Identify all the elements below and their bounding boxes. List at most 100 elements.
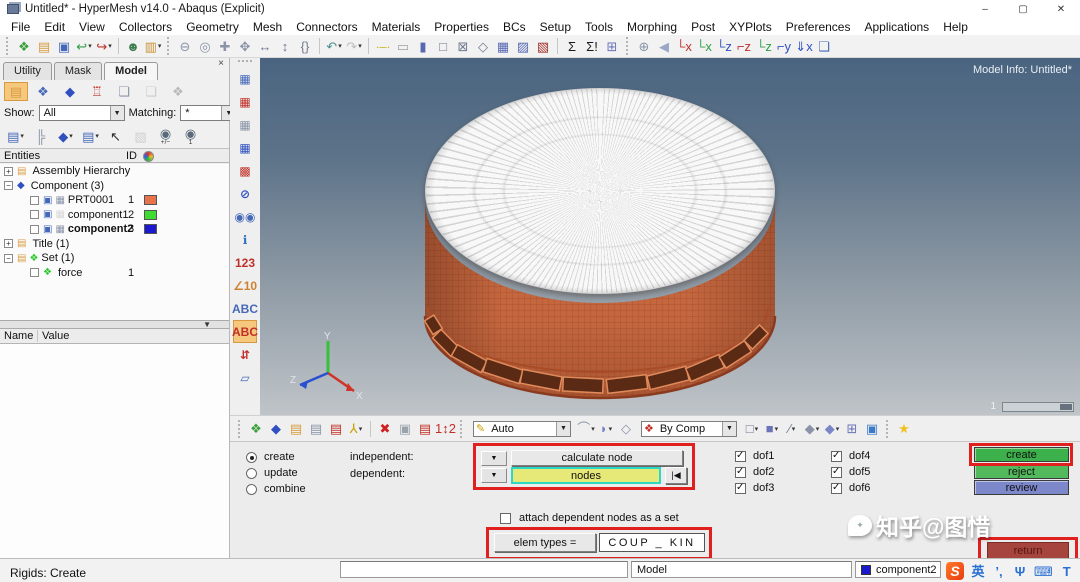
mass-icon[interactable]: ▮ — [413, 36, 433, 56]
tree-expander[interactable] — [30, 268, 39, 277]
distance-icon[interactable]: ∙–∙ — [373, 36, 393, 56]
renumber-icon[interactable]: 1↕2 — [435, 419, 456, 439]
nodes-collector[interactable]: nodes — [511, 467, 661, 484]
unmask-adjacent-icon[interactable]: ▦ — [233, 113, 257, 136]
element-normals-icon[interactable]: ▧ — [533, 36, 553, 56]
geometry-wire-icon[interactable]: ◇ — [616, 419, 636, 439]
checkbox-dof5[interactable]: dof5 — [831, 464, 927, 480]
geometry-shaded-icon[interactable]: ◗▾ — [596, 419, 616, 439]
organize-icon[interactable]: ▤ — [306, 419, 326, 439]
collector-edit-icon[interactable]: ◆ — [266, 419, 286, 439]
sum-loads-icon[interactable]: Σ! — [582, 36, 602, 56]
tab-model[interactable]: Model — [104, 62, 158, 80]
calculate-node-button[interactable]: calculate node — [511, 450, 683, 466]
slider-handle[interactable] — [1060, 404, 1072, 410]
eye-one-icon[interactable]: ◉ 1 — [179, 126, 202, 146]
color-mode-combo[interactable]: ❖ By Comp ▼ — [641, 421, 737, 437]
arrows-vertical-icon[interactable]: ↕ — [275, 36, 295, 56]
arrows-horizontal-icon[interactable]: ↔ — [255, 36, 275, 56]
checkbox-icon[interactable] — [500, 513, 511, 524]
element-quality-icon[interactable]: ▦ — [493, 36, 513, 56]
elem-type-value[interactable]: COUP _ KIN — [599, 533, 705, 552]
tree-item[interactable]: − ▤ ❖ Set (1) — [0, 251, 229, 266]
zoom-lens-icon[interactable]: ⊕ — [634, 36, 654, 56]
dependent-switch-button[interactable]: ▼ — [481, 468, 507, 483]
minimize-button[interactable]: – — [966, 0, 1004, 18]
project-icon[interactable]: ⇓x — [794, 36, 814, 56]
menu-item[interactable]: Tools — [578, 20, 620, 34]
menu-item[interactable]: Collectors — [112, 20, 179, 34]
import-icon[interactable]: ↩▾ — [74, 36, 94, 56]
csys-yx-icon[interactable]: └x — [694, 36, 714, 56]
feature-lines-icon[interactable]: ∕▾ — [782, 419, 802, 439]
ime-skin-icon[interactable]: T — [1060, 561, 1074, 581]
undo-icon[interactable]: ↶▾ — [324, 36, 344, 56]
menu-item[interactable]: BCs — [496, 20, 533, 34]
menu-item[interactable]: File — [4, 20, 37, 34]
checkbox-icon[interactable] — [735, 467, 746, 478]
tree-item[interactable]: − ◆ Component (3) — [0, 179, 229, 194]
arrow-tags-icon[interactable]: ⇵ — [233, 343, 257, 366]
include-view-icon[interactable]: ♖ — [85, 82, 109, 101]
splitter-arrow-icon[interactable]: ▼ — [203, 320, 211, 329]
calculator-icon[interactable]: ⊞ — [602, 36, 622, 56]
chevron-down-icon[interactable]: ▼ — [110, 106, 124, 120]
tab-utility[interactable]: Utility — [3, 62, 52, 80]
menu-item[interactable]: Applications — [857, 20, 936, 34]
geometry-shade-cube-icon[interactable]: ◇ — [473, 36, 493, 56]
pan-icon[interactable]: ✥ — [235, 36, 255, 56]
elem-types-button[interactable]: elem types = — [494, 533, 596, 552]
sum-icon[interactable]: Σ — [562, 36, 582, 56]
panel-splitter[interactable]: ▼ — [0, 320, 229, 329]
multi-window-icon[interactable]: ⊞ — [842, 419, 862, 439]
menu-item[interactable]: Connectors — [289, 20, 364, 34]
mask-icon[interactable]: ▦ — [233, 67, 257, 90]
card-icon[interactable]: ▤ — [415, 419, 435, 439]
eye-plusminus-icon[interactable]: ◉ +/− — [154, 126, 177, 146]
radio-icon[interactable] — [246, 452, 257, 463]
independent-switch-button[interactable]: ▼ — [481, 451, 507, 466]
checkbox-dof4[interactable]: dof4 — [831, 448, 927, 464]
flat-quad-icon[interactable]: ◆▾ — [802, 419, 822, 439]
radio-combine[interactable]: combine — [246, 481, 306, 497]
entity-filter-icon[interactable]: ◆▾ — [54, 126, 77, 146]
checkbox-icon[interactable] — [831, 483, 842, 494]
collector-create-icon[interactable]: ❖ — [246, 419, 266, 439]
tree-item[interactable]: ❖ force 1 — [0, 266, 229, 281]
menu-item[interactable]: Mesh — [246, 20, 289, 34]
current-component-field[interactable]: component2 — [855, 561, 941, 578]
checkbox-icon[interactable] — [831, 467, 842, 478]
zoom-out-icon[interactable]: ⊖ — [175, 36, 195, 56]
csys-xy-icon[interactable]: └x — [674, 36, 694, 56]
fit-view-icon[interactable]: ✚ — [215, 36, 235, 56]
configuration-view-icon[interactable]: ❏ — [112, 82, 136, 101]
panel-filter-icon[interactable]: ▤▾ — [79, 126, 102, 146]
measure-icon[interactable]: ∠10 — [233, 274, 257, 297]
presentation-icon[interactable]: ▥▾ — [143, 36, 163, 56]
review-button[interactable]: review — [974, 480, 1069, 495]
folder-view-icon[interactable]: ▤ — [4, 82, 28, 101]
save-model-icon[interactable]: ▣ — [54, 36, 74, 56]
tree-expander[interactable] — [30, 196, 39, 205]
checkbox-icon[interactable] — [831, 451, 842, 462]
tree-expander[interactable]: + — [4, 239, 13, 248]
menu-item[interactable]: Properties — [427, 20, 496, 34]
matching-select[interactable]: *▼ — [180, 105, 236, 121]
monitor-icon[interactable]: ▣ — [862, 419, 882, 439]
wireframe-elements-icon[interactable]: □▾ — [742, 419, 762, 439]
reset-button[interactable]: |◀ — [665, 467, 687, 484]
redo-icon[interactable]: ↷▾ — [344, 36, 364, 56]
checkbox-icon[interactable] — [735, 483, 746, 494]
favorites-star-icon[interactable]: ★ — [894, 419, 914, 439]
shaded-elements-icon[interactable]: ■▾ — [762, 419, 782, 439]
checkbox-dof1[interactable]: dof1 — [735, 448, 831, 464]
delete-icon[interactable]: ✖ — [375, 419, 395, 439]
mask-not-shown-icon[interactable]: ▩ — [233, 159, 257, 182]
color-swatch[interactable] — [144, 195, 157, 205]
sogou-logo-icon[interactable]: S — [946, 562, 964, 580]
menu-item[interactable]: Help — [936, 20, 975, 34]
return-button[interactable]: return — [987, 542, 1069, 559]
command-field[interactable] — [340, 561, 628, 578]
tree-expander[interactable] — [30, 210, 39, 219]
element-check-icon[interactable]: ▨ — [513, 36, 533, 56]
